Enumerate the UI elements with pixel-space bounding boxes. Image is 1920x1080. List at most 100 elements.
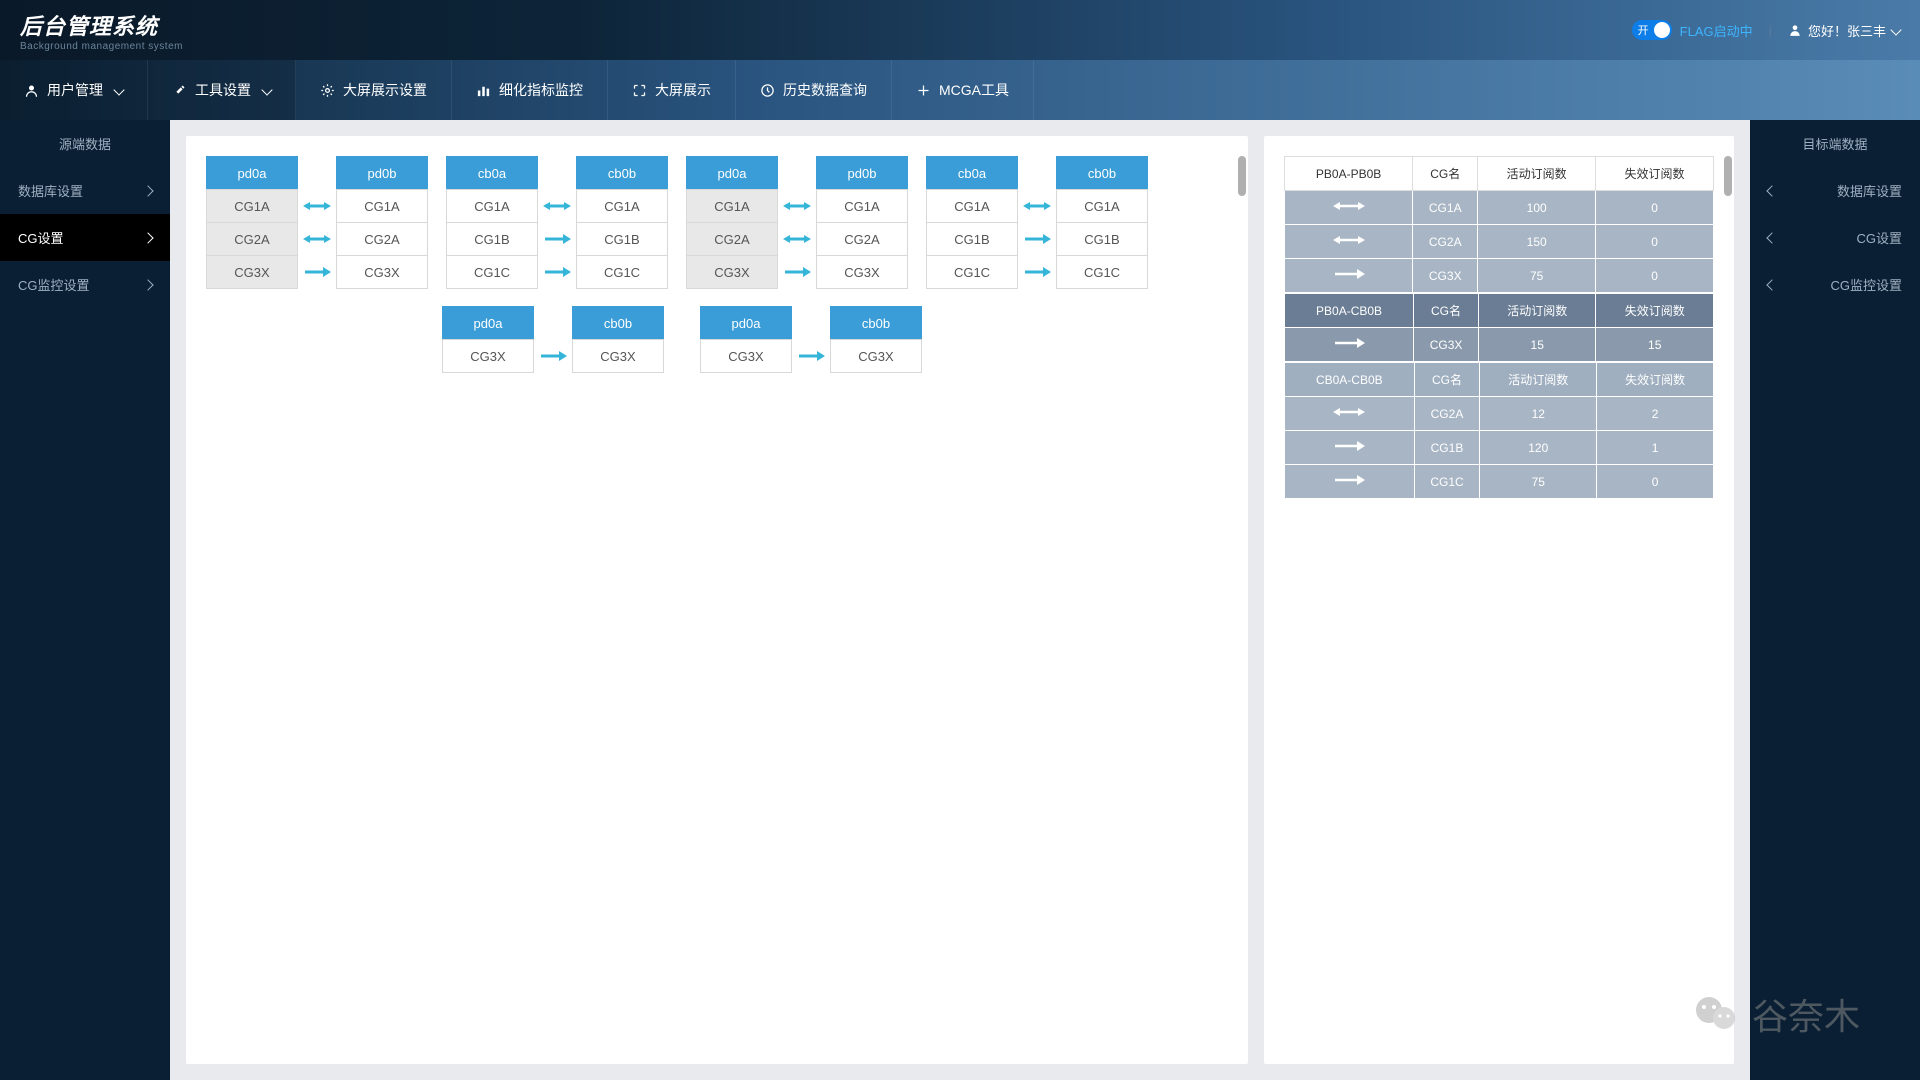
nav-item-clock[interactable]: 历史数据查询	[736, 60, 892, 120]
nav-item-plus[interactable]: MCGA工具	[892, 60, 1034, 120]
column-header[interactable]: pd0b	[816, 156, 908, 190]
cg-cell[interactable]: CG1A	[336, 189, 428, 223]
chevron-icon	[142, 232, 153, 243]
column-header[interactable]: cb0b	[830, 306, 922, 340]
column-header[interactable]: pd0a	[686, 156, 778, 190]
cg-cell[interactable]: CG1A	[926, 189, 1018, 223]
cg-cell[interactable]: CG1B	[576, 222, 668, 256]
chevron-icon	[1766, 279, 1777, 290]
cg-cell[interactable]: CG1B	[926, 222, 1018, 256]
arrow-column	[796, 306, 826, 373]
diagram-panel: pd0aCG1ACG2ACG3Xpd0bCG1ACG2ACG3Xcb0aCG1A…	[186, 136, 1248, 1064]
cg-cell[interactable]: CG2A	[206, 222, 298, 256]
cg-cell[interactable]: CG1A	[816, 189, 908, 223]
tool-icon	[172, 83, 187, 98]
table-row[interactable]: CG2A1500	[1285, 225, 1714, 259]
node-column: cb0aCG1ACG1BCG1C	[926, 156, 1018, 289]
table-row[interactable]: CG3X750	[1285, 259, 1714, 293]
table-row[interactable]: CG3X1515	[1285, 328, 1714, 362]
cg-cell[interactable]: CG3X	[336, 255, 428, 289]
cg-cell[interactable]: CG1C	[446, 255, 538, 289]
cg-cell[interactable]: CG1A	[576, 189, 668, 223]
cg-cell[interactable]: CG1C	[1056, 255, 1148, 289]
column-header[interactable]: pd0b	[336, 156, 428, 190]
clock-icon	[760, 83, 775, 98]
subscription-table: PB0A-CB0BCG名活动订阅数失效订阅数CG3X1515	[1284, 293, 1714, 362]
user-icon	[24, 83, 39, 98]
table-row[interactable]: CG1A1000	[1285, 191, 1714, 225]
nav-item-tool[interactable]: 工具设置	[148, 60, 296, 120]
bi-arrow-icon	[543, 198, 571, 214]
wechat-icon	[1692, 990, 1740, 1038]
column-header[interactable]: cb0a	[926, 156, 1018, 190]
direction-cell	[1285, 465, 1415, 499]
nav-item-chart[interactable]: 细化指标监控	[452, 60, 608, 120]
sidebar-item[interactable]: CG监控设置	[0, 261, 170, 308]
node-column: pd0aCG1ACG2ACG3X	[686, 156, 778, 289]
table-header-row: PB0A-CB0BCG名活动订阅数失效订阅数	[1285, 294, 1714, 328]
sidebar-item[interactable]: 数据库设置	[0, 167, 170, 214]
uni-arrow-icon	[1023, 264, 1051, 280]
table-row[interactable]: CG2A122	[1285, 397, 1714, 431]
cg-cell[interactable]: CG3X	[442, 339, 534, 373]
cg-cell[interactable]: CG1C	[926, 255, 1018, 289]
chevron-icon	[1766, 232, 1777, 243]
plus-icon	[916, 83, 931, 98]
table-row[interactable]: CG1B1201	[1285, 431, 1714, 465]
sidebar-item[interactable]: CG设置	[0, 214, 170, 261]
cg-cell[interactable]: CG1A	[686, 189, 778, 223]
cg-cell[interactable]: CG1A	[1056, 189, 1148, 223]
cg-cell[interactable]: CG1A	[446, 189, 538, 223]
cg-cell[interactable]: CG3X	[572, 339, 664, 373]
user-greeting: 您好！张三丰	[1808, 21, 1886, 40]
column-header[interactable]: pd0a	[442, 306, 534, 340]
node-column: cb0bCG3X	[572, 306, 664, 373]
chevron-icon	[142, 185, 153, 196]
nav-item-expand[interactable]: 大屏展示	[608, 60, 736, 120]
cg-cell[interactable]: CG3X	[686, 255, 778, 289]
cg-cell[interactable]: CG2A	[336, 222, 428, 256]
cg-cell[interactable]: CG3X	[816, 255, 908, 289]
cg-cell[interactable]: CG3X	[830, 339, 922, 373]
sidebar-item[interactable]: CG设置	[1750, 214, 1920, 261]
column-header[interactable]: cb0a	[446, 156, 538, 190]
chevron-icon	[1766, 185, 1777, 196]
node-column: pd0bCG1ACG2ACG3X	[336, 156, 428, 289]
cg-cell[interactable]: CG3X	[700, 339, 792, 373]
logo: 后台管理系统 Background management system	[20, 9, 183, 52]
direction-cell	[1285, 259, 1413, 293]
uni-arrow-icon	[543, 231, 571, 247]
flag-toggle-group: 开 FLAG启动中	[1632, 20, 1753, 40]
column-header[interactable]: pd0a	[206, 156, 298, 190]
sidebar-item[interactable]: 数据库设置	[1750, 167, 1920, 214]
flag-toggle[interactable]: 开	[1632, 20, 1672, 40]
column-header[interactable]: cb0b	[576, 156, 668, 190]
user-menu[interactable]: 您好！张三丰	[1788, 21, 1900, 40]
cg-cell[interactable]: CG1B	[446, 222, 538, 256]
scrollbar[interactable]	[1724, 156, 1732, 196]
column-header[interactable]: cb0b	[572, 306, 664, 340]
flag-status-label: FLAG启动中	[1680, 21, 1753, 40]
node-group: pd0aCG1ACG2ACG3Xpd0bCG1ACG2ACG3X	[686, 156, 908, 289]
chart-icon	[476, 83, 491, 98]
cg-cell[interactable]: CG2A	[686, 222, 778, 256]
table-header-row: PB0A-PB0BCG名活动订阅数失效订阅数	[1285, 157, 1714, 191]
nav-item-user[interactable]: 用户管理	[0, 60, 148, 120]
logo-subtitle: Background management system	[20, 41, 183, 52]
sidebar-item[interactable]: CG监控设置	[1750, 261, 1920, 308]
cg-cell[interactable]: CG2A	[816, 222, 908, 256]
nav-item-gear[interactable]: 大屏展示设置	[296, 60, 452, 120]
subscription-table: CB0A-CB0BCG名活动订阅数失效订阅数CG2A122CG1B1201CG1…	[1284, 362, 1714, 499]
cg-cell[interactable]: CG1A	[206, 189, 298, 223]
direction-cell	[1285, 225, 1413, 259]
node-column: pd0aCG1ACG2ACG3X	[206, 156, 298, 289]
scrollbar[interactable]	[1238, 156, 1246, 196]
column-header[interactable]: pd0a	[700, 306, 792, 340]
column-header[interactable]: cb0b	[1056, 156, 1148, 190]
main-nav: 用户管理工具设置大屏展示设置细化指标监控大屏展示历史数据查询MCGA工具	[0, 60, 1920, 120]
cg-cell[interactable]: CG1B	[1056, 222, 1148, 256]
cg-cell[interactable]: CG1C	[576, 255, 668, 289]
watermark: 谷奈木	[1692, 988, 1860, 1040]
table-row[interactable]: CG1C750	[1285, 465, 1714, 499]
cg-cell[interactable]: CG3X	[206, 255, 298, 289]
